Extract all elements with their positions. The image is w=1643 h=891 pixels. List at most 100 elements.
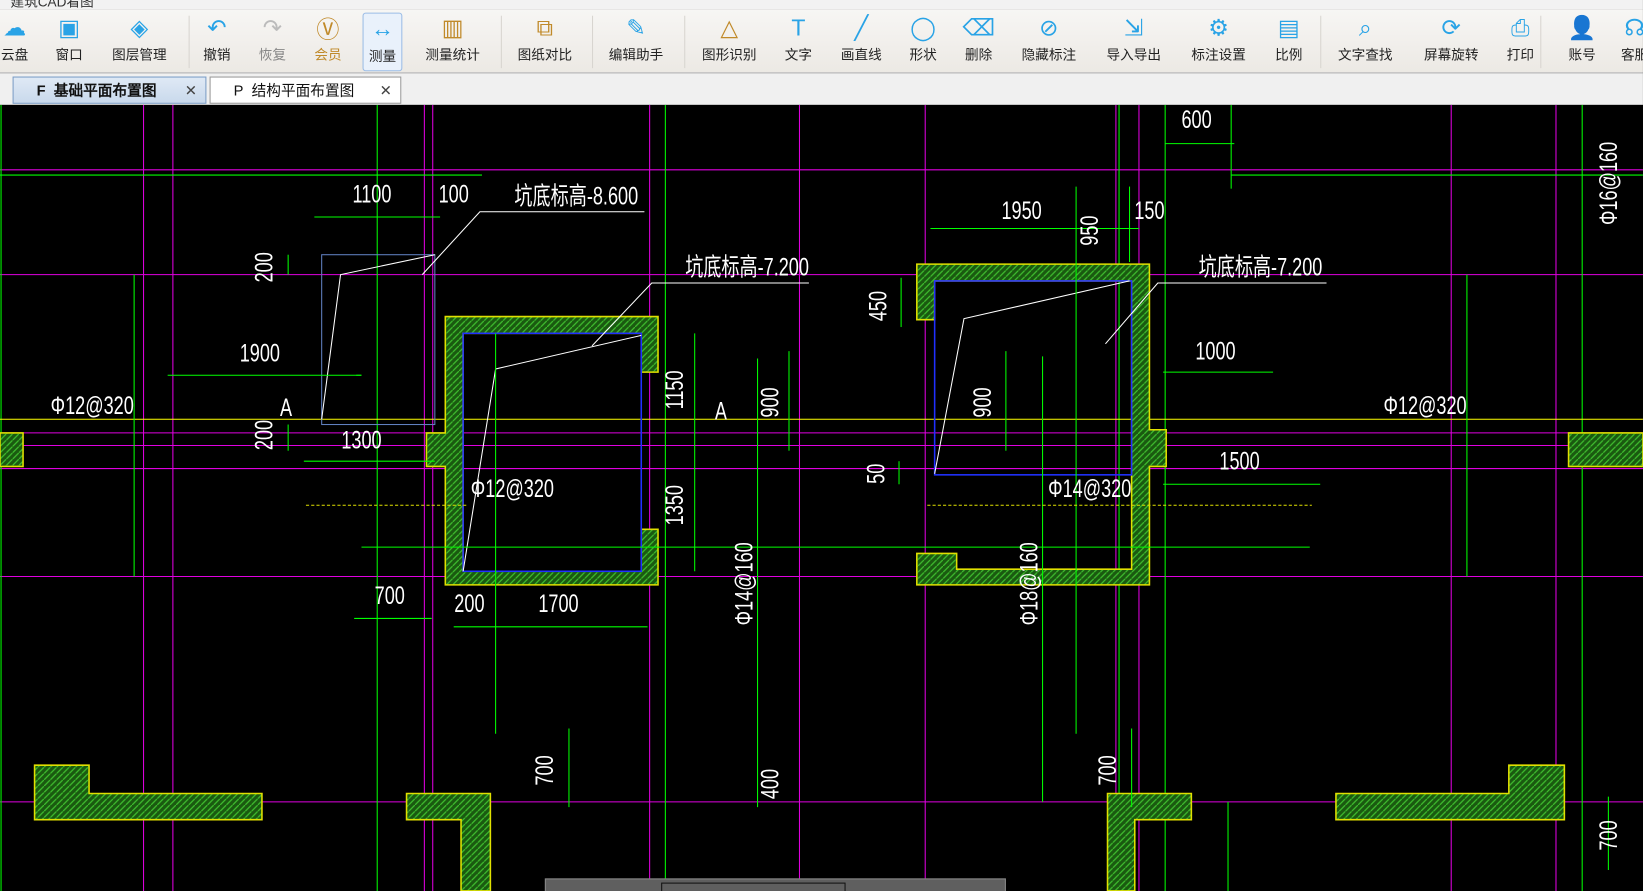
dimension-label: 50: [861, 464, 890, 484]
dimension-label: 1100: [353, 179, 392, 208]
toolbar-button-label: 测量: [368, 48, 397, 64]
toolbar-button-label: 删除: [965, 47, 993, 63]
tab-label: 基础平面布置图: [53, 81, 157, 99]
dimension-lines: [133, 104, 1609, 891]
dimension-label: Φ18@160: [1014, 542, 1043, 625]
dimension-label: 1350: [660, 485, 689, 525]
toolbar-button-label: 导入导出: [1106, 47, 1161, 63]
toolbar-button-label: 文字查找: [1338, 47, 1393, 63]
toolbar-button-label: 图形识别: [702, 47, 757, 63]
dimension-label: Φ12@320: [471, 474, 554, 503]
toolbar-button-eraser[interactable]: ⌫ 删除: [957, 13, 1000, 72]
toolbar-button-undo[interactable]: ↶ 撤销: [198, 13, 236, 72]
toolbar-button-layers[interactable]: ◈ 图层管理: [107, 13, 172, 72]
command-input[interactable]: [661, 882, 846, 891]
dimension-label: 900: [756, 387, 785, 417]
toolbar-button-label: 比例: [1275, 47, 1303, 63]
toolbar-button-scale[interactable]: ▤ 比例: [1270, 13, 1308, 72]
toolbar-button-label: 账号: [1568, 47, 1596, 63]
toolbar-button-measure-stats[interactable]: ▥ 测量统计: [420, 13, 485, 72]
dimension-label: 1900: [240, 339, 280, 368]
account-icon: 👤: [1567, 14, 1597, 41]
toolbar-button-print[interactable]: ⎙ 打印: [1501, 13, 1539, 72]
dimension-label: 600: [1181, 105, 1211, 134]
toolbar-button-shape-recognize[interactable]: △ 图形识别: [697, 13, 762, 72]
window-icon: ▣: [58, 14, 81, 41]
tab-prefix: F: [36, 81, 46, 99]
title-bar: 建筑CAD看图: [0, 0, 1643, 10]
toolbar-button-label: 窗口: [55, 47, 83, 63]
toolbar-button-shape[interactable]: ◯ 形状: [904, 13, 942, 72]
dimension-label: Φ16@160: [1594, 142, 1623, 225]
toolbar-separator: [188, 15, 190, 69]
close-icon[interactable]: ✕: [185, 81, 197, 99]
dimension-label: 700: [375, 581, 405, 610]
tab-foundation-plan[interactable]: F 基础平面布置图 ✕: [12, 76, 207, 104]
toolbar-separator: [592, 15, 594, 69]
toolbar-button-text[interactable]: T 文字: [780, 13, 818, 72]
text-search-icon: ⌕: [1358, 14, 1372, 41]
toolbar-button-rotate[interactable]: ⟳ 屏幕旋转: [1419, 13, 1484, 72]
cad-drawing-canvas[interactable]: 6001100 100 坑底标高-8.6002001900Φ12@320 A200 13…: [0, 104, 1643, 891]
toolbar-button-vip[interactable]: Ⓥ 会员: [309, 13, 347, 72]
toolbar-button-label: 恢复: [258, 47, 287, 63]
vip-icon: Ⓥ: [316, 16, 340, 43]
dimension-label: 1500: [1219, 447, 1259, 476]
cloud-icon: ☁: [3, 14, 27, 41]
dimension-label: Φ12@320: [1383, 391, 1466, 420]
dimension-label: 450: [863, 291, 892, 321]
toolbar-button-text-search[interactable]: ⌕ 文字查找: [1333, 13, 1398, 72]
toolbar-button-cad-edit[interactable]: ✎ 编辑助手: [604, 13, 669, 72]
undo-icon: ↶: [207, 14, 227, 41]
tab-bar: F 基础平面布置图 ✕ P 结构平面布置图 ✕: [0, 73, 1643, 105]
dimension-label: 150: [1134, 196, 1164, 225]
toolbar-button-annotation-settings[interactable]: ⚙ 标注设置: [1186, 13, 1251, 72]
toolbar-button-label: 文字: [784, 47, 813, 63]
dimension-label: A: [715, 396, 727, 425]
dimension-label: Φ14@320: [1048, 474, 1131, 503]
toolbar-button-cloud[interactable]: ☁ 云盘: [0, 13, 34, 72]
toolbar-button-line[interactable]: ╱ 画直线: [836, 13, 887, 72]
toolbar-separator: [684, 15, 686, 69]
toolbar-separator: [1320, 15, 1322, 69]
hide-icon: ⊘: [1039, 14, 1059, 41]
scale-icon: ▤: [1277, 14, 1300, 41]
tab-label: 结构平面布置图: [251, 81, 355, 99]
dimension-labels: 6001100 100 坑底标高-8.6002001900Φ12@320 A200 13…: [51, 105, 1623, 851]
annotation-settings-icon: ⚙: [1208, 14, 1229, 41]
dimension-label: 100: [439, 179, 469, 208]
toolbar-separator: [500, 15, 502, 69]
command-bar: [544, 878, 1006, 891]
compare-icon: ⧉: [536, 14, 554, 41]
print-icon: ⎙: [1511, 14, 1530, 41]
toolbar-button-label: 标注设置: [1191, 47, 1246, 63]
toolbar-button-account[interactable]: 👤 账号: [1563, 13, 1602, 72]
toolbar-button-label: 测量统计: [425, 47, 480, 63]
toolbar-button-hide[interactable]: ⊘ 隐藏标注: [1016, 13, 1081, 72]
toolbar-button-import-export[interactable]: ⇲ 导入导出: [1101, 13, 1166, 72]
window-title: 建筑CAD看图: [10, 0, 94, 10]
dimension-label: 900: [968, 387, 997, 417]
toolbar-button-label: 会员: [314, 47, 342, 63]
measure-icon: ↔: [370, 15, 394, 42]
tab-structure-plan[interactable]: P 结构平面布置图 ✕: [209, 76, 402, 104]
toolbar-button-label: 云盘: [1, 47, 29, 63]
toolbar-separator: [1540, 15, 1542, 69]
measure-stats-icon: ▥: [441, 14, 464, 41]
dimension-label: 坑底标高-7.200: [1199, 253, 1323, 282]
dimension-label: 700: [1594, 820, 1623, 850]
toolbar-button-label: 画直线: [840, 47, 882, 63]
dimension-label: Φ14@160: [729, 542, 758, 625]
toolbar-button-redo[interactable]: ↷ 恢复: [254, 13, 292, 72]
toolbar-button-measure[interactable]: ↔ 测量: [362, 12, 403, 72]
toolbar-button-label: 隐藏标注: [1021, 47, 1077, 63]
toolbar-button-label: 编辑助手: [608, 47, 664, 63]
dimension-label: Φ12@320: [51, 391, 134, 420]
toolbar-button-support[interactable]: ☊ 客服: [1616, 13, 1643, 72]
close-icon[interactable]: ✕: [380, 81, 392, 99]
dimension-label: 1700: [538, 589, 578, 618]
toolbar-button-window[interactable]: ▣ 窗口: [50, 13, 88, 72]
dimension-label: 1300: [341, 426, 381, 455]
dimension-label: 坑底标高-7.200: [685, 253, 809, 282]
toolbar-button-compare[interactable]: ⧉ 图纸对比: [512, 13, 577, 72]
